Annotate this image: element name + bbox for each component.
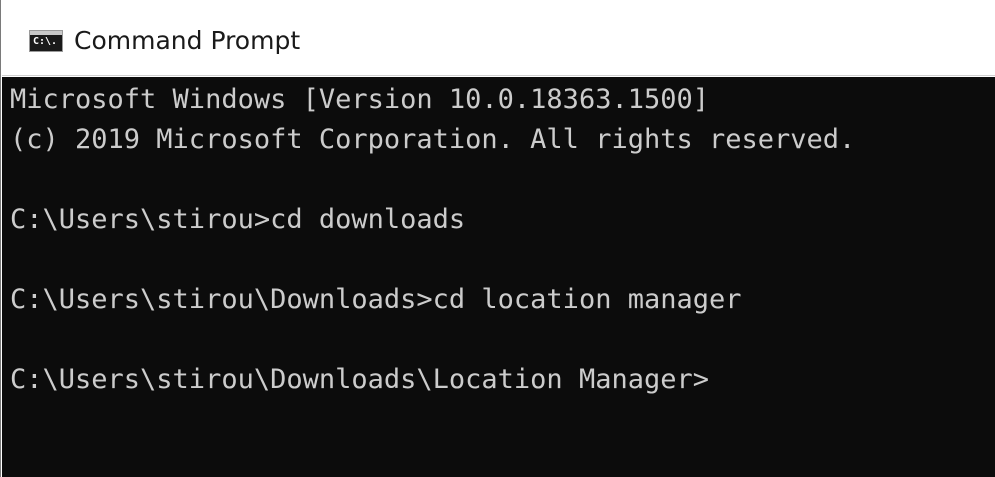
- window-title: Command Prompt: [74, 26, 301, 55]
- console-line-command-2: C:\Users\stirou\Downloads>cd location ma…: [10, 284, 742, 315]
- console-line-prompt: C:\Users\stirou\Downloads\Location Manag…: [10, 364, 709, 395]
- console-line-copyright: (c) 2019 Microsoft Corporation. All righ…: [10, 124, 856, 155]
- cmd-icon-bar: [30, 31, 62, 35]
- console-line-command-1: C:\Users\stirou>cd downloads: [10, 204, 466, 235]
- command-prompt-window: C:\. Command Prompt Microsoft Windows [V…: [0, 0, 995, 477]
- title-bar[interactable]: C:\. Command Prompt: [2, 0, 995, 76]
- cmd-icon-glyph: C:\.: [33, 36, 58, 47]
- cmd-icon: C:\.: [29, 30, 63, 52]
- console-output[interactable]: Microsoft Windows [Version 10.0.18363.15…: [2, 77, 995, 477]
- console-line-version: Microsoft Windows [Version 10.0.18363.15…: [10, 84, 709, 115]
